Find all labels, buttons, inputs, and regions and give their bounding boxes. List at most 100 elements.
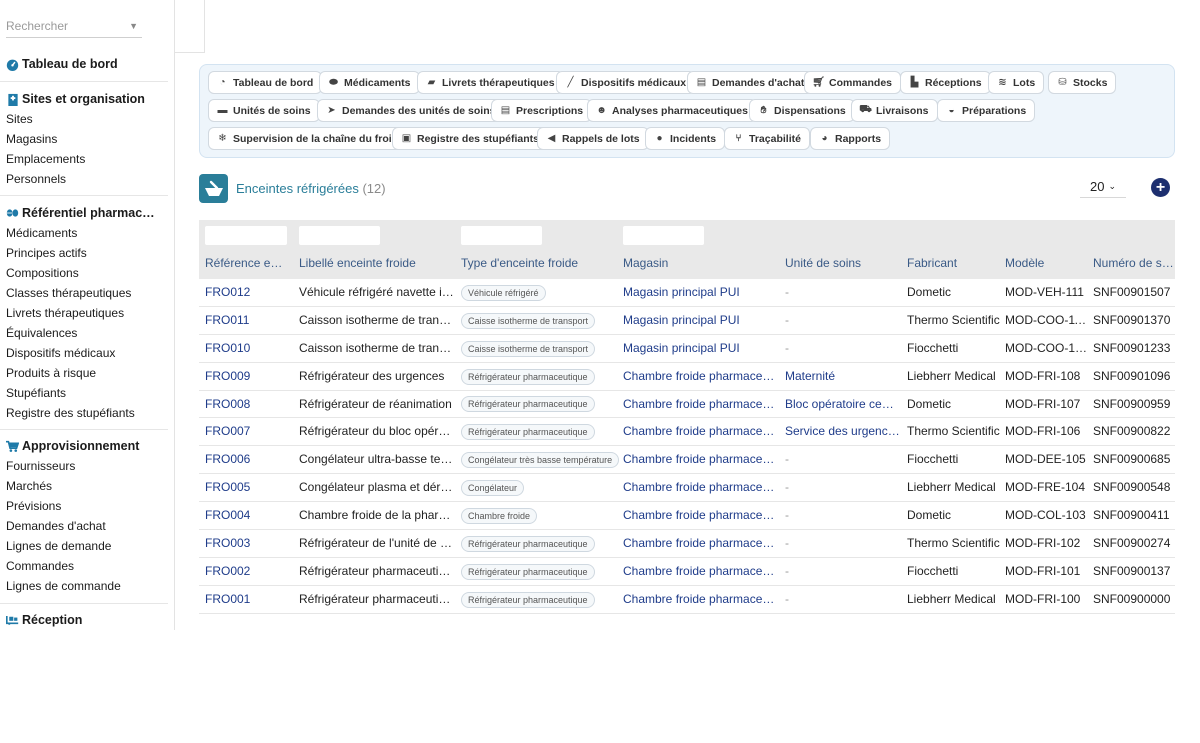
table-row[interactable]: FRO012 Véhicule réfrigéré navette in… Véhi…	[199, 279, 1175, 307]
cell-reference[interactable]: FRO007	[205, 418, 293, 446]
table-row[interactable]: FRO003 Réfrigérateur de l'unité de p… Réfr…	[199, 530, 1175, 558]
column-header-type[interactable]: Type d'enceinte froide	[461, 256, 616, 270]
cell-unite-soins[interactable]: Service des urgences	[785, 418, 900, 446]
section-header-approvisionnement[interactable]: Approvisionnement	[0, 436, 174, 456]
table-row[interactable]: FRO004 Chambre froide de la pharm… Chambre…	[199, 502, 1175, 531]
table-row[interactable]: FRO005 Congélateur plasma et dérivés Congé…	[199, 474, 1175, 503]
cell-magasin[interactable]: Chambre froide pharmaceut…	[623, 391, 778, 419]
add-button[interactable]: +	[1151, 178, 1170, 197]
table-row[interactable]: FRO008 Réfrigérateur de réanimation Réfrig…	[199, 391, 1175, 419]
filter-input-magasin[interactable]	[623, 226, 704, 245]
column-header-fabricant[interactable]: Fabricant	[907, 256, 999, 270]
cell-magasin[interactable]: Magasin principal PUI	[623, 279, 778, 307]
sidebar-item-classes-therapeutiques[interactable]: Classes thérapeutiques	[0, 283, 174, 303]
sidebar-item-stupefiants[interactable]: Stupéfiants	[0, 383, 174, 403]
column-header-reference[interactable]: Référence en…	[205, 256, 289, 270]
column-header-modele[interactable]: Modèle	[1005, 256, 1087, 270]
table-row[interactable]: FRO002 Réfrigérateur pharmaceutiq… Réfrigé…	[199, 558, 1175, 586]
tab-demandes-unites-de-soins[interactable]: ➤ Demandes des unités de soins	[317, 99, 505, 122]
tab-livraisons[interactable]: ⛟ Livraisons	[851, 99, 938, 122]
tab-tableau-de-bord[interactable]: ◔ Tableau de bord	[208, 71, 323, 94]
tab-commandes[interactable]: 🛒︎ Commandes	[804, 71, 902, 94]
tab-receptions[interactable]: ▙ Réceptions	[900, 71, 991, 94]
sidebar-item-produits-a-risque[interactable]: Produits à risque	[0, 363, 174, 383]
sidebar-item-marches[interactable]: Marchés	[0, 476, 174, 496]
tab-incidents[interactable]: ● Incidents	[645, 127, 726, 150]
table-row[interactable]: FRO009 Réfrigérateur des urgences Réfrigér…	[199, 363, 1175, 391]
sidebar-item-sites[interactable]: Sites	[0, 109, 174, 129]
column-header-numero-serie[interactable]: Numéro de s…	[1093, 256, 1175, 270]
cell-magasin[interactable]: Chambre froide pharmaceut…	[623, 502, 778, 530]
cell-magasin[interactable]: Chambre froide pharmaceut…	[623, 418, 778, 446]
sidebar-item-lignes-commande[interactable]: Lignes de commande	[0, 576, 174, 596]
cell-reference[interactable]: FRO005	[205, 474, 293, 502]
cell-magasin[interactable]: Chambre froide pharmaceut…	[623, 586, 778, 614]
page-size-select[interactable]: 20 ⌄	[1080, 176, 1126, 198]
cell-magasin[interactable]: Chambre froide pharmaceut…	[623, 474, 778, 502]
column-header-magasin[interactable]: Magasin	[623, 256, 778, 270]
cell-magasin[interactable]: Chambre froide pharmaceut…	[623, 530, 778, 558]
tab-dispensations[interactable]: ✋︎ Dispensations	[749, 99, 855, 122]
sidebar-item-medicaments[interactable]: Médicaments	[0, 223, 174, 243]
cell-unite-soins[interactable]: Maternité	[785, 363, 900, 391]
sidebar-item-emplacements[interactable]: Emplacements	[0, 149, 174, 169]
column-header-libelle[interactable]: Libellé enceinte froide	[299, 256, 454, 270]
tab-unites-de-soins[interactable]: ▬ Unités de soins	[208, 99, 320, 122]
cell-magasin[interactable]: Magasin principal PUI	[623, 307, 778, 335]
section-header-referentiel[interactable]: Référentiel pharmac…	[0, 203, 174, 223]
cell-reference[interactable]: FRO009	[205, 363, 293, 391]
sidebar-item-fournisseurs[interactable]: Fournisseurs	[0, 456, 174, 476]
sidebar-item-demandes-achat[interactable]: Demandes d'achat	[0, 516, 174, 536]
sidebar-item-dispositifs-medicaux[interactable]: Dispositifs médicaux	[0, 343, 174, 363]
tab-demandes-achat[interactable]: ▤ Demandes d'achat	[687, 71, 814, 94]
cell-magasin[interactable]: Chambre froide pharmaceut…	[623, 446, 778, 474]
tab-medicaments[interactable]: ⬬ Médicaments	[319, 71, 420, 94]
tab-prescriptions[interactable]: ▤ Prescriptions	[491, 99, 593, 122]
sidebar-item-magasins[interactable]: Magasins	[0, 129, 174, 149]
section-header-reception[interactable]: Réception	[0, 610, 174, 630]
table-row[interactable]: FRO007 Réfrigérateur du bloc opérat… Réfri…	[199, 418, 1175, 447]
table-row[interactable]: FRO001 Réfrigérateur pharmaceutiq… Réfrigé…	[199, 586, 1175, 614]
nav-dashboard[interactable]: Tableau de bord	[0, 54, 174, 74]
tab-lots[interactable]: ≋ Lots	[988, 71, 1045, 94]
sidebar-item-principes-actifs[interactable]: Principes actifs	[0, 243, 174, 263]
table-row[interactable]: FRO011 Caisson isotherme de trans… Caisse …	[199, 307, 1175, 335]
filter-input-reference[interactable]	[205, 226, 287, 245]
cell-magasin[interactable]: Chambre froide pharmaceut…	[623, 363, 778, 391]
tab-supervision-chaine-froid[interactable]: ❄︎ Supervision de la chaîne du froid	[208, 127, 408, 150]
sidebar-item-lignes-demande[interactable]: Lignes de demande	[0, 536, 174, 556]
sidebar-item-registre-stupefiants[interactable]: Registre des stupéfiants	[0, 403, 174, 423]
cell-magasin[interactable]: Chambre froide pharmaceut…	[623, 558, 778, 586]
tab-tracabilite[interactable]: ⑂ Traçabilité	[724, 127, 810, 150]
tab-registre-stupefiants[interactable]: ▣ Registre des stupéfiants	[392, 127, 548, 150]
cell-reference[interactable]: FRO012	[205, 279, 293, 307]
table-row[interactable]: FRO006 Congélateur ultra-basse te… Congéla…	[199, 446, 1175, 475]
cell-unite-soins[interactable]: Bloc opératoire central	[785, 391, 900, 419]
tab-analyses-pharmaceutiques[interactable]: ☻ Analyses pharmaceutiques	[587, 99, 757, 122]
cell-reference[interactable]: FRO006	[205, 446, 293, 474]
cell-reference[interactable]: FRO008	[205, 391, 293, 419]
cell-reference[interactable]: FRO004	[205, 502, 293, 530]
cell-reference[interactable]: FRO010	[205, 335, 293, 363]
filter-input-libelle[interactable]	[299, 226, 380, 245]
sidebar-item-livrets-therapeutiques[interactable]: Livrets thérapeutiques	[0, 303, 174, 323]
column-header-unite-soins[interactable]: Unité de soins	[785, 256, 900, 270]
sidebar-item-compositions[interactable]: Compositions	[0, 263, 174, 283]
cell-reference[interactable]: FRO002	[205, 558, 293, 586]
section-header-sites[interactable]: Sites et organisation	[0, 89, 174, 109]
cell-reference[interactable]: FRO011	[205, 307, 293, 335]
cell-reference[interactable]: FRO003	[205, 530, 293, 558]
tab-livrets-therapeutiques[interactable]: ▰ Livrets thérapeutiques	[417, 71, 564, 94]
sidebar-item-equivalences[interactable]: Équivalences	[0, 323, 174, 343]
tab-rapports[interactable]: ◕ Rapports	[810, 127, 891, 150]
tab-stocks[interactable]: ⛁ Stocks	[1048, 71, 1117, 94]
table-row[interactable]: FRO010 Caisson isotherme de trans… Caisse …	[199, 335, 1175, 363]
filter-input-type[interactable]	[461, 226, 542, 245]
sidebar-item-commandes[interactable]: Commandes	[0, 556, 174, 576]
sidebar-search-select[interactable]: Rechercher ▼	[6, 14, 142, 38]
tab-rappels-de-lots[interactable]: ◀ Rappels de lots	[537, 127, 649, 150]
cell-magasin[interactable]: Magasin principal PUI	[623, 335, 778, 363]
sidebar-item-personnels[interactable]: Personnels	[0, 169, 174, 189]
tab-dispositifs-medicaux[interactable]: ╱ Dispositifs médicaux	[556, 71, 696, 94]
sidebar-item-previsions[interactable]: Prévisions	[0, 496, 174, 516]
